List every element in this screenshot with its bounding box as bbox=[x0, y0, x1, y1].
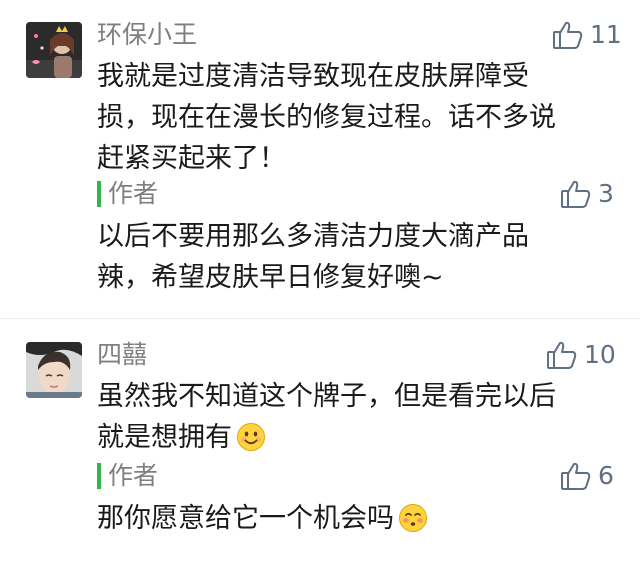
comment-line: 我就是过度清洁导致现在皮肤屏障受 bbox=[97, 61, 529, 92]
avatar[interactable] bbox=[26, 342, 82, 398]
reply-line: 那你愿意给它一个机会吗 bbox=[97, 503, 394, 534]
like-count: 6 bbox=[598, 461, 614, 490]
reply-line: 辣，希望皮肤早日修复好噢~ bbox=[97, 262, 444, 293]
comment-content: 我就是过度清洁导致现在皮肤屏障受 损，现在在漫长的修复过程。话不多说 赶紧买起来… bbox=[97, 56, 556, 179]
thumbs-up-icon bbox=[546, 340, 578, 370]
reply-line-with-emoji: 那你愿意给它一个机会吗 bbox=[97, 498, 428, 545]
like-button[interactable]: 10 bbox=[546, 338, 616, 372]
comment-content: 虽然我不知道这个牌子，但是看完以后 就是想拥有 bbox=[97, 376, 556, 464]
reply-author: 作者 bbox=[108, 461, 159, 490]
reply-like-button[interactable]: 3 bbox=[560, 177, 614, 211]
comment-nickname[interactable]: 环保小王 bbox=[97, 20, 197, 50]
reply-author: 作者 bbox=[108, 179, 159, 208]
comment-line: 虽然我不知道这个牌子，但是看完以后 bbox=[97, 381, 556, 412]
thumbs-up-icon bbox=[552, 20, 584, 50]
reply-content: 以后不要用那么多清洁力度大滴产品 辣，希望皮肤早日修复好噢~ bbox=[97, 216, 529, 298]
comment-divider bbox=[0, 318, 640, 319]
reply-line: 以后不要用那么多清洁力度大滴产品 bbox=[97, 221, 529, 252]
comment-nickname[interactable]: 四囍 bbox=[97, 340, 147, 370]
thumbs-up-icon bbox=[560, 179, 592, 209]
avatar[interactable] bbox=[26, 22, 82, 78]
like-count: 3 bbox=[598, 179, 614, 208]
like-count: 10 bbox=[584, 340, 616, 369]
like-button[interactable]: 11 bbox=[552, 18, 622, 52]
reply-indicator-bar bbox=[97, 181, 101, 207]
like-count: 11 bbox=[590, 20, 622, 49]
thumbs-up-icon bbox=[560, 461, 592, 491]
reply-like-button[interactable]: 6 bbox=[560, 459, 614, 493]
comment-line-with-emoji: 就是想拥有 bbox=[97, 417, 556, 464]
blushing-face-emoji-icon bbox=[398, 503, 428, 545]
comment-line: 损，现在在漫长的修复过程。话不多说 bbox=[97, 102, 556, 133]
comment-line: 就是想拥有 bbox=[97, 422, 232, 453]
reply-indicator-bar bbox=[97, 463, 101, 489]
reply-content: 那你愿意给它一个机会吗 bbox=[97, 498, 428, 545]
comment-line: 赶紧买起来了！ bbox=[97, 143, 286, 174]
smiling-face-emoji-icon bbox=[236, 422, 266, 464]
